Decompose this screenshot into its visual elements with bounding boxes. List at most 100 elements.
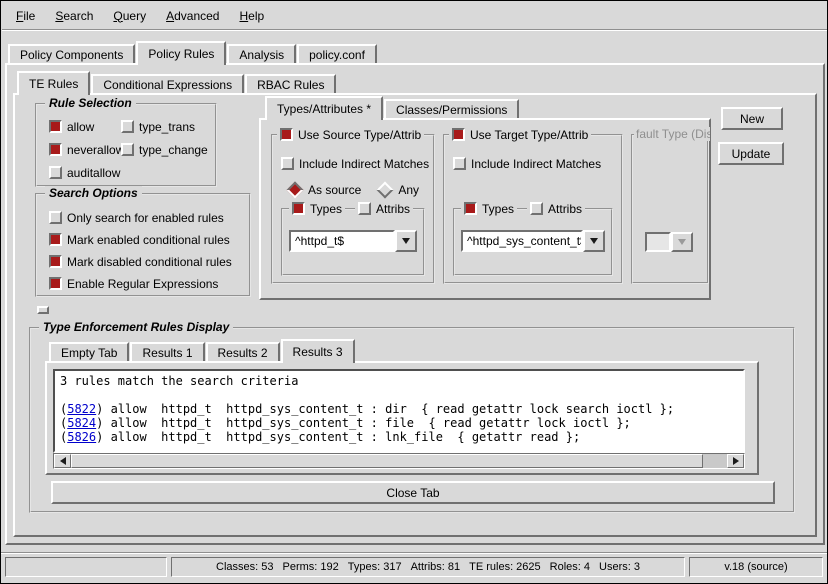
- search-options-title: Search Options: [45, 186, 142, 200]
- update-button[interactable]: Update: [718, 142, 784, 165]
- tab-classes-permissions[interactable]: Classes/Permissions: [384, 99, 519, 118]
- search-options-list: Only search for enabled rules Mark enabl…: [49, 210, 232, 291]
- menu-advanced[interactable]: Advanced: [156, 6, 229, 26]
- checkbox-label: Types: [482, 202, 514, 216]
- checkbox-label: Only search for enabled rules: [67, 211, 224, 225]
- checkbox-mark-enabled-conditional[interactable]: Mark enabled conditional rules: [49, 232, 232, 247]
- tab-empty[interactable]: Empty Tab: [49, 342, 129, 361]
- source-type-combobox[interactable]: ^httpd_t$: [289, 230, 417, 252]
- rule-line: (5822) allow httpd_t httpd_sys_content_t…: [60, 402, 738, 416]
- pane-sash-handle[interactable]: [37, 306, 49, 314]
- checkbox-indicator: [464, 202, 477, 215]
- default-type-combo-value: [645, 232, 671, 252]
- scroll-right-button[interactable]: [727, 454, 744, 468]
- menu-query[interactable]: Query: [103, 6, 156, 26]
- rule-id-link[interactable]: 5822: [67, 402, 96, 416]
- checkbox-indicator: [292, 202, 305, 215]
- results-tab-bar: Empty Tab Results 1 Results 2 Results 3: [49, 339, 356, 361]
- checkbox-label: neverallow: [67, 143, 124, 157]
- checkbox-indicator: [49, 143, 62, 156]
- source-attribs-checkbox[interactable]: Attribs: [355, 201, 413, 216]
- target-type-combobox[interactable]: ^httpd_sys_content_t$: [461, 230, 605, 252]
- target-include-indirect-checkbox[interactable]: Include Indirect Matches: [453, 156, 601, 171]
- statusbar-stats-panel: Classes: 53 Perms: 192 Types: 317 Attrib…: [171, 557, 685, 577]
- target-combo-dropdown-button[interactable]: [583, 230, 605, 252]
- checkbox-indicator: [453, 157, 466, 170]
- radio-any[interactable]: Any: [377, 182, 419, 197]
- search-options-group: Search Options Only search for enabled r…: [35, 193, 251, 297]
- source-types-attribs-title: Types Attribs: [289, 201, 413, 216]
- tab-te-rules[interactable]: TE Rules: [17, 71, 90, 95]
- te-rules-display-title: Type Enforcement Rules Display: [39, 320, 233, 334]
- statusbar-version-panel: v.18 (source): [689, 557, 823, 577]
- checkbox-label: Mark enabled conditional rules: [67, 233, 230, 247]
- source-include-indirect-checkbox[interactable]: Include Indirect Matches: [281, 156, 429, 171]
- checkbox-indicator: [121, 143, 134, 156]
- scrollbar-track[interactable]: [71, 454, 727, 468]
- app-window: File Search Query Advanced Help Policy C…: [0, 0, 828, 584]
- tab-rbac-rules[interactable]: RBAC Rules: [245, 74, 336, 93]
- checkbox-only-enabled-rules[interactable]: Only search for enabled rules: [49, 210, 232, 225]
- scroll-left-button[interactable]: [54, 454, 71, 468]
- statusbar-separator: [1, 552, 828, 554]
- radio-as-source[interactable]: As source: [287, 182, 361, 197]
- tab-policy-components[interactable]: Policy Components: [8, 44, 135, 63]
- stat-te-rules: TE rules: 2625: [469, 561, 541, 573]
- default-combo-dropdown-button: [671, 232, 693, 252]
- rule-id-link[interactable]: 5824: [67, 416, 96, 430]
- use-target-type-checkbox[interactable]: Use Target Type/Attrib: [449, 127, 591, 142]
- source-combo-dropdown-button[interactable]: [395, 230, 417, 252]
- checkbox-enable-regex[interactable]: Enable Regular Expressions: [49, 276, 232, 291]
- rule-selection-title: Rule Selection: [45, 96, 136, 110]
- tab-results-3[interactable]: Results 3: [281, 339, 355, 363]
- tab-types-attributes[interactable]: Types/Attributes *: [265, 96, 383, 120]
- stat-attribs: Attribs: 81: [411, 561, 461, 573]
- arrow-right-icon: [733, 457, 739, 465]
- checkbox-indicator: [452, 128, 465, 141]
- target-type-combo-value[interactable]: ^httpd_sys_content_t$: [461, 230, 583, 252]
- target-types-attribs-title: Types Attribs: [461, 201, 585, 216]
- use-source-type-checkbox[interactable]: Use Source Type/Attrib: [277, 127, 424, 142]
- rule-selection-group: Rule Selection allow neverallow auditall…: [35, 103, 217, 187]
- menu-help[interactable]: Help: [229, 6, 274, 26]
- results-summary: 3 rules match the search criteria: [60, 374, 738, 388]
- checkbox-type-change[interactable]: type_change: [121, 142, 208, 157]
- close-tab-button[interactable]: Close Tab: [51, 481, 775, 504]
- tab-conditional-expressions[interactable]: Conditional Expressions: [91, 74, 244, 93]
- scrollbar-thumb[interactable]: [71, 454, 703, 468]
- tab-policy-conf[interactable]: policy.conf: [297, 44, 377, 63]
- source-type-combo-value[interactable]: ^httpd_t$: [289, 230, 395, 252]
- new-button[interactable]: New: [721, 107, 783, 130]
- stat-types: Types: 317: [348, 561, 402, 573]
- checkbox-label: type_trans: [139, 120, 195, 134]
- checkbox-indicator: [49, 255, 62, 268]
- checkbox-indicator: [49, 120, 62, 133]
- rule-id-link[interactable]: 5826: [67, 430, 96, 444]
- checkbox-mark-disabled-conditional[interactable]: Mark disabled conditional rules: [49, 254, 232, 269]
- radio-indicator: [377, 181, 394, 198]
- source-type-group: Use Source Type/Attrib Include Indirect …: [271, 134, 435, 284]
- target-types-checkbox[interactable]: Types: [461, 201, 517, 216]
- source-types-attribs-group: Types Attribs ^httpd_t$: [281, 208, 425, 276]
- results-text-area[interactable]: 3 rules match the search criteria (5822)…: [53, 369, 745, 453]
- rule-text: ) allow httpd_t httpd_sys_content_t : ln…: [96, 430, 580, 444]
- menu-search[interactable]: Search: [45, 6, 103, 26]
- chevron-down-icon: [402, 238, 410, 244]
- menu-file[interactable]: File: [6, 6, 45, 26]
- checkbox-allow[interactable]: allow: [49, 119, 124, 134]
- rule-selection-col1: allow neverallow auditallow: [49, 119, 124, 180]
- checkbox-type-trans[interactable]: type_trans: [121, 119, 208, 134]
- target-attribs-checkbox[interactable]: Attribs: [527, 201, 585, 216]
- rule-selection-col2: type_trans type_change: [121, 119, 208, 157]
- horizontal-scrollbar[interactable]: [53, 453, 745, 469]
- tab-policy-rules[interactable]: Policy Rules: [136, 41, 226, 65]
- tab-results-1[interactable]: Results 1: [130, 342, 204, 361]
- checkbox-indicator: [49, 233, 62, 246]
- checkbox-label: Attribs: [376, 202, 410, 216]
- source-radio-row: As source Any: [287, 182, 419, 197]
- checkbox-neverallow[interactable]: neverallow: [49, 142, 124, 157]
- checkbox-auditallow[interactable]: auditallow: [49, 165, 124, 180]
- source-types-checkbox[interactable]: Types: [289, 201, 345, 216]
- tab-results-2[interactable]: Results 2: [206, 342, 280, 361]
- tab-analysis[interactable]: Analysis: [227, 44, 296, 63]
